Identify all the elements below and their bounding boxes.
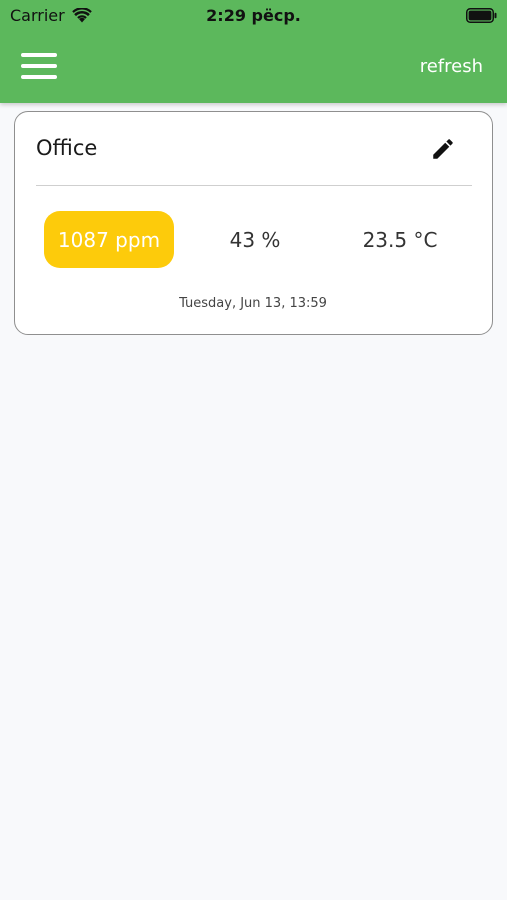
refresh-button[interactable]: refresh (420, 56, 483, 77)
card-title: Office (36, 136, 98, 160)
sensor-card[interactable]: Office 1087 ppm 43 % 23.5 °C Tuesday, Ju… (14, 111, 493, 335)
battery-icon (466, 8, 497, 23)
app-header: Carrier 2:29 рёср. refresh (0, 0, 507, 103)
hamburger-menu-icon[interactable] (21, 53, 57, 79)
humidity-value: 43 % (229, 227, 281, 252)
temperature-value: 23.5 °C (362, 227, 438, 252)
menu-bar (21, 53, 57, 57)
menu-bar (21, 75, 57, 79)
pencil-icon[interactable] (430, 136, 456, 162)
status-time: 2:29 рёср. (206, 6, 301, 25)
status-bar: Carrier 2:29 рёср. (0, 0, 507, 32)
reading-timestamp: Tuesday, Jun 13, 13:59 (179, 296, 327, 311)
co2-badge: 1087 ppm (44, 211, 174, 268)
menu-bar (21, 64, 57, 68)
card-divider (36, 185, 472, 186)
